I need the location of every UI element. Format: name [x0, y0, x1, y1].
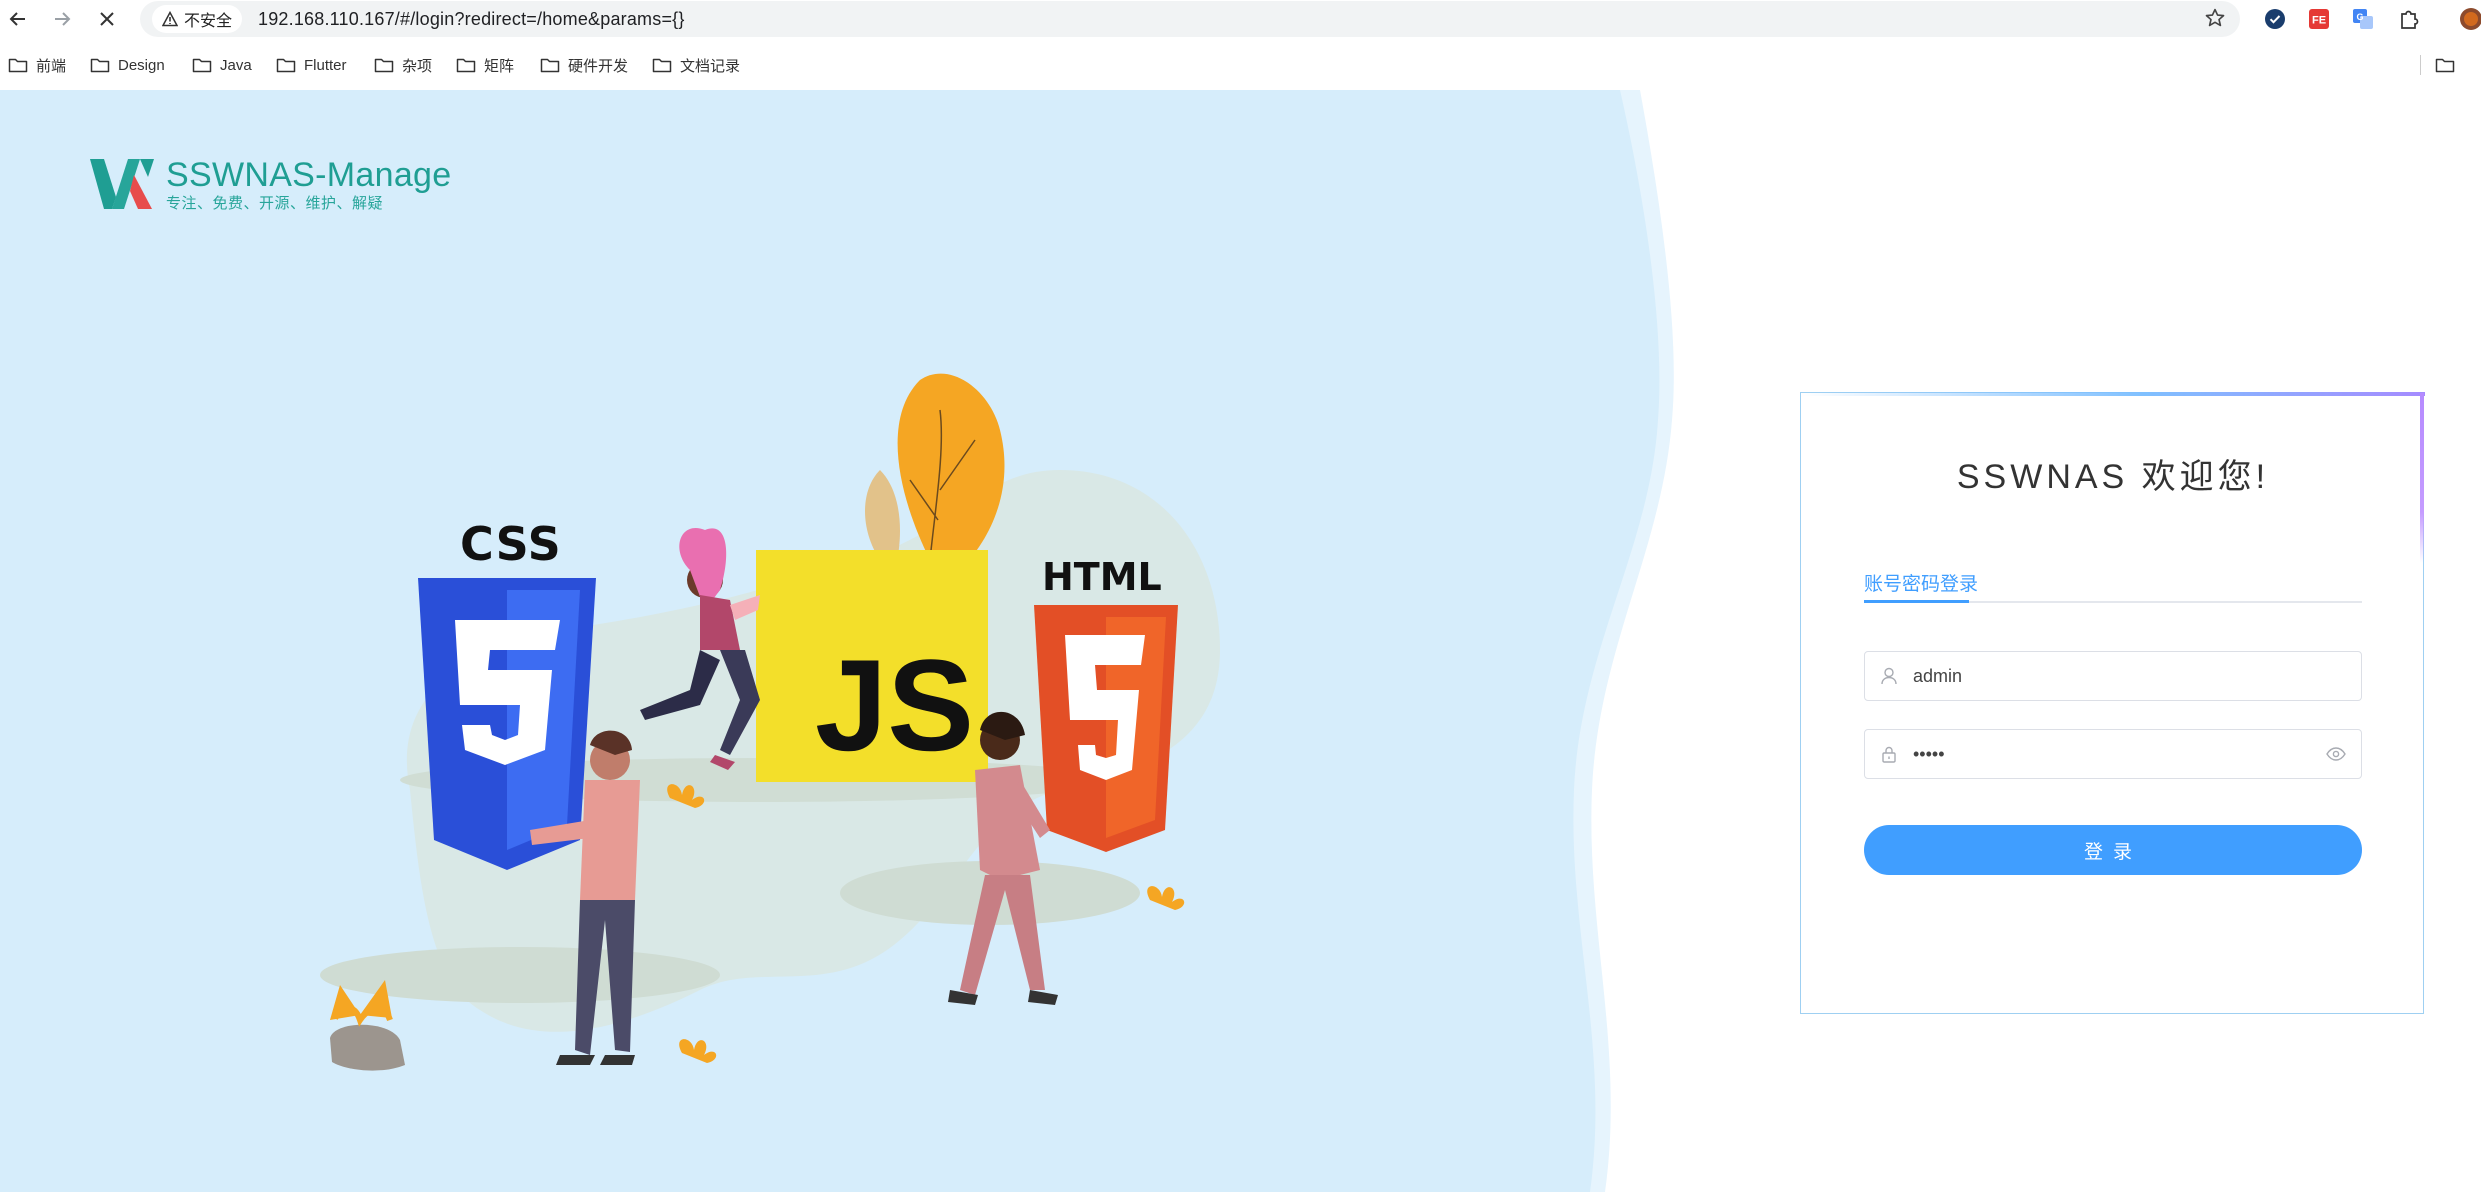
- extension-fe-helper[interactable]: FE: [2306, 6, 2332, 32]
- folder-icon: [456, 58, 476, 73]
- shield-check-icon: [2265, 9, 2285, 29]
- browser-toolbar: 不安全 192.168.110.167/#/login?redirect=/ho…: [0, 0, 2481, 38]
- bookmark-label: Java: [220, 56, 252, 74]
- security-label: 不安全: [184, 13, 233, 30]
- security-chip[interactable]: 不安全: [152, 5, 243, 33]
- forward-button[interactable]: [44, 0, 80, 38]
- other-bookmarks-folder[interactable]: [2420, 50, 2481, 80]
- bookmark-folder[interactable]: 硬件开发: [540, 50, 628, 80]
- tab-active-indicator: [1864, 600, 1969, 603]
- app-title: SSWNAS-Manage: [166, 156, 452, 194]
- extension-translate[interactable]: G: [2350, 6, 2376, 32]
- fe-helper-icon: FE: [2309, 9, 2329, 29]
- translate-icon: G: [2353, 9, 2373, 29]
- hero-illustration: CSS JS HTML: [320, 373, 1220, 1071]
- card-accent-line: [1801, 392, 2425, 396]
- bookmark-label: 杂项: [402, 57, 433, 75]
- tab-account-password[interactable]: 账号密码登录: [1864, 569, 1978, 596]
- svg-text:FE: FE: [2312, 15, 2326, 27]
- profile-avatar-icon: [2460, 8, 2481, 30]
- bookmark-folder[interactable]: 文档记录: [652, 50, 740, 80]
- puzzle-icon: [2401, 10, 2419, 29]
- lock-icon: [1865, 745, 1913, 763]
- app-subtitle: 专注、免费、开源、维护、解疑: [166, 195, 384, 212]
- bookmark-label: 前端: [36, 57, 67, 75]
- login-title: SSWNAS 欢迎您!: [1956, 458, 2270, 496]
- folder-icon: [8, 58, 28, 73]
- username-input[interactable]: [1913, 653, 2361, 699]
- toggle-password-visibility[interactable]: [2311, 747, 2361, 761]
- bookmark-label: Design: [118, 56, 165, 74]
- login-page: SSWNAS-Manage 专注、免费、开源、维护、解疑 CSS JS HTML: [0, 90, 2481, 1192]
- password-field[interactable]: [1864, 729, 2362, 779]
- bookmark-folder[interactable]: 前端: [8, 50, 66, 80]
- rock: [330, 1024, 405, 1071]
- password-input[interactable]: [1913, 731, 2311, 777]
- arrow-left-icon: [9, 12, 25, 26]
- warning-icon: [162, 11, 178, 27]
- html-badge-label: HTML: [1042, 555, 1162, 599]
- bookmark-label: 矩阵: [484, 57, 515, 75]
- bookmark-folder[interactable]: Java: [192, 50, 252, 80]
- folder-icon: [276, 58, 296, 73]
- close-icon: [100, 12, 114, 26]
- username-field[interactable]: [1864, 651, 2362, 701]
- stop-loading-button[interactable]: [89, 0, 125, 38]
- login-card: SSWNAS 欢迎您! 账号密码登录 登录: [1800, 392, 2425, 1014]
- extension-shield[interactable]: [2262, 6, 2288, 32]
- bookmark-label: Flutter: [304, 56, 347, 74]
- address-bar[interactable]: 不安全 192.168.110.167/#/login?redirect=/ho…: [140, 1, 2240, 37]
- login-button[interactable]: 登录: [1864, 825, 2362, 875]
- logo-text: SSWNAS-Manage 专注、免费、开源、维护、解疑: [166, 155, 451, 213]
- back-button[interactable]: [0, 0, 36, 38]
- bookmarks-bar: 前端 Design Java Flutter 杂项 矩阵 硬件开发 文档记录: [0, 50, 2481, 80]
- bookmark-divider: [2420, 55, 2421, 75]
- bookmark-label: 文档记录: [680, 57, 741, 75]
- bookmark-folder[interactable]: Design: [90, 50, 165, 80]
- folder-icon: [540, 58, 560, 73]
- bookmark-folder[interactable]: 杂项: [374, 50, 432, 80]
- svg-text:G: G: [2356, 12, 2363, 22]
- arrow-right-icon: [55, 12, 71, 26]
- star-icon: [2205, 8, 2225, 27]
- folder-icon: [374, 58, 394, 73]
- css-badge-label: CSS: [460, 517, 562, 571]
- bookmark-folder[interactable]: 矩阵: [456, 50, 514, 80]
- folder-icon: [90, 58, 110, 73]
- folder-icon: [2435, 58, 2455, 73]
- url-text[interactable]: 192.168.110.167/#/login?redirect=/home&p…: [258, 9, 685, 30]
- bookmark-label: 硬件开发: [568, 57, 629, 75]
- bookmark-star-button[interactable]: [2204, 7, 2226, 34]
- eye-icon: [2326, 747, 2346, 761]
- folder-icon: [652, 58, 672, 73]
- profile-button[interactable]: [2458, 6, 2481, 32]
- bookmark-folder[interactable]: Flutter: [276, 50, 347, 80]
- brand-logo: SSWNAS-Manage 专注、免费、开源、维护、解疑: [90, 155, 451, 213]
- folder-icon: [192, 58, 212, 73]
- user-icon: [1865, 667, 1913, 685]
- js-badge-label: JS: [815, 632, 974, 778]
- extensions-button[interactable]: [2396, 6, 2422, 32]
- logo-icon: [90, 159, 154, 209]
